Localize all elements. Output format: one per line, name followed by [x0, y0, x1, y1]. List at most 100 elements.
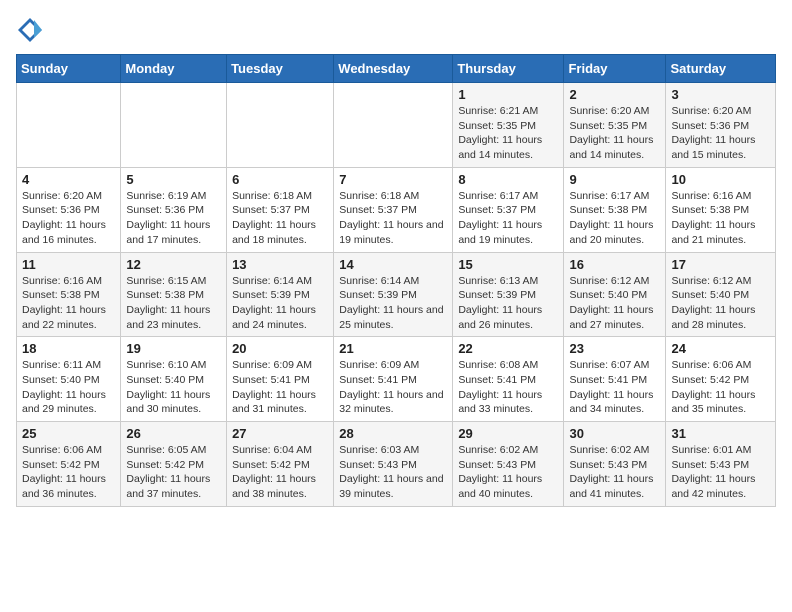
day-number: 10 — [671, 172, 770, 187]
day-number: 5 — [126, 172, 221, 187]
calendar-cell — [17, 83, 121, 168]
day-number: 28 — [339, 426, 447, 441]
day-info: Sunrise: 6:02 AMSunset: 5:43 PMDaylight:… — [569, 443, 660, 502]
calendar-cell: 6 Sunrise: 6:18 AMSunset: 5:37 PMDaylight… — [227, 167, 334, 252]
day-info: Sunrise: 6:03 AMSunset: 5:43 PMDaylight:… — [339, 443, 447, 502]
day-info: Sunrise: 6:06 AMSunset: 5:42 PMDaylight:… — [671, 358, 770, 417]
day-info: Sunrise: 6:19 AMSunset: 5:36 PMDaylight:… — [126, 189, 221, 248]
day-info: Sunrise: 6:05 AMSunset: 5:42 PMDaylight:… — [126, 443, 221, 502]
calendar-cell: 7 Sunrise: 6:18 AMSunset: 5:37 PMDaylight… — [334, 167, 453, 252]
day-number: 27 — [232, 426, 328, 441]
day-number: 16 — [569, 257, 660, 272]
calendar-cell: 29 Sunrise: 6:02 AMSunset: 5:43 PMDayligh… — [453, 422, 564, 507]
day-info: Sunrise: 6:07 AMSunset: 5:41 PMDaylight:… — [569, 358, 660, 417]
day-info: Sunrise: 6:17 AMSunset: 5:37 PMDaylight:… — [458, 189, 558, 248]
day-info: Sunrise: 6:17 AMSunset: 5:38 PMDaylight:… — [569, 189, 660, 248]
day-header-wednesday: Wednesday — [334, 55, 453, 83]
day-info: Sunrise: 6:10 AMSunset: 5:40 PMDaylight:… — [126, 358, 221, 417]
calendar-cell: 31 Sunrise: 6:01 AMSunset: 5:43 PMDayligh… — [666, 422, 776, 507]
calendar-cell: 30 Sunrise: 6:02 AMSunset: 5:43 PMDayligh… — [564, 422, 666, 507]
calendar-cell: 12 Sunrise: 6:15 AMSunset: 5:38 PMDayligh… — [121, 252, 227, 337]
calendar-cell — [121, 83, 227, 168]
calendar-cell: 20 Sunrise: 6:09 AMSunset: 5:41 PMDayligh… — [227, 337, 334, 422]
day-number: 29 — [458, 426, 558, 441]
day-info: Sunrise: 6:15 AMSunset: 5:38 PMDaylight:… — [126, 274, 221, 333]
calendar-cell: 17 Sunrise: 6:12 AMSunset: 5:40 PMDayligh… — [666, 252, 776, 337]
day-header-monday: Monday — [121, 55, 227, 83]
day-info: Sunrise: 6:18 AMSunset: 5:37 PMDaylight:… — [339, 189, 447, 248]
calendar-cell: 24 Sunrise: 6:06 AMSunset: 5:42 PMDayligh… — [666, 337, 776, 422]
day-info: Sunrise: 6:09 AMSunset: 5:41 PMDaylight:… — [339, 358, 447, 417]
day-number: 18 — [22, 341, 115, 356]
day-info: Sunrise: 6:16 AMSunset: 5:38 PMDaylight:… — [22, 274, 115, 333]
logo-icon — [16, 16, 44, 44]
day-number: 4 — [22, 172, 115, 187]
day-info: Sunrise: 6:20 AMSunset: 5:36 PMDaylight:… — [22, 189, 115, 248]
calendar-cell: 3Sunrise: 6:20 AMSunset: 5:36 PMDaylight… — [666, 83, 776, 168]
day-info: Sunrise: 6:11 AMSunset: 5:40 PMDaylight:… — [22, 358, 115, 417]
day-number: 19 — [126, 341, 221, 356]
day-number: 17 — [671, 257, 770, 272]
day-number: 1 — [458, 87, 558, 102]
calendar-cell: 21 Sunrise: 6:09 AMSunset: 5:41 PMDayligh… — [334, 337, 453, 422]
calendar-cell: 26 Sunrise: 6:05 AMSunset: 5:42 PMDayligh… — [121, 422, 227, 507]
day-number: 7 — [339, 172, 447, 187]
day-info: Sunrise: 6:14 AMSunset: 5:39 PMDaylight:… — [339, 274, 447, 333]
calendar-cell: 18 Sunrise: 6:11 AMSunset: 5:40 PMDayligh… — [17, 337, 121, 422]
day-info: Sunrise: 6:02 AMSunset: 5:43 PMDaylight:… — [458, 443, 558, 502]
page-header — [16, 16, 776, 44]
calendar-cell: 16 Sunrise: 6:12 AMSunset: 5:40 PMDayligh… — [564, 252, 666, 337]
day-info: Sunrise: 6:09 AMSunset: 5:41 PMDaylight:… — [232, 358, 328, 417]
day-info: Sunrise: 6:16 AMSunset: 5:38 PMDaylight:… — [671, 189, 770, 248]
calendar-cell: 15 Sunrise: 6:13 AMSunset: 5:39 PMDayligh… — [453, 252, 564, 337]
day-info: Sunrise: 6:06 AMSunset: 5:42 PMDaylight:… — [22, 443, 115, 502]
calendar-cell: 23 Sunrise: 6:07 AMSunset: 5:41 PMDayligh… — [564, 337, 666, 422]
calendar-cell: 28 Sunrise: 6:03 AMSunset: 5:43 PMDayligh… — [334, 422, 453, 507]
calendar-cell — [227, 83, 334, 168]
day-number: 13 — [232, 257, 328, 272]
day-number: 24 — [671, 341, 770, 356]
calendar-cell: 9Sunrise: 6:17 AMSunset: 5:38 PMDaylight… — [564, 167, 666, 252]
day-info: Sunrise: 6:04 AMSunset: 5:42 PMDaylight:… — [232, 443, 328, 502]
day-info: Sunrise: 6:21 AMSunset: 5:35 PMDaylight:… — [458, 104, 558, 163]
day-number: 30 — [569, 426, 660, 441]
calendar-cell: 14Sunrise: 6:14 AMSunset: 5:39 PMDayligh… — [334, 252, 453, 337]
calendar-cell: 27 Sunrise: 6:04 AMSunset: 5:42 PMDayligh… — [227, 422, 334, 507]
calendar-cell — [334, 83, 453, 168]
day-header-saturday: Saturday — [666, 55, 776, 83]
day-number: 11 — [22, 257, 115, 272]
day-number: 15 — [458, 257, 558, 272]
calendar-table: SundayMondayTuesdayWednesdayThursdayFrid… — [16, 54, 776, 507]
day-number: 23 — [569, 341, 660, 356]
day-info: Sunrise: 6:14 AMSunset: 5:39 PMDaylight:… — [232, 274, 328, 333]
day-info: Sunrise: 6:01 AMSunset: 5:43 PMDaylight:… — [671, 443, 770, 502]
day-info: Sunrise: 6:12 AMSunset: 5:40 PMDaylight:… — [569, 274, 660, 333]
day-number: 2 — [569, 87, 660, 102]
day-info: Sunrise: 6:20 AMSunset: 5:36 PMDaylight:… — [671, 104, 770, 163]
calendar-cell: 11 Sunrise: 6:16 AMSunset: 5:38 PMDayligh… — [17, 252, 121, 337]
day-number: 8 — [458, 172, 558, 187]
day-number: 22 — [458, 341, 558, 356]
day-info: Sunrise: 6:13 AMSunset: 5:39 PMDaylight:… — [458, 274, 558, 333]
calendar-cell: 19 Sunrise: 6:10 AMSunset: 5:40 PMDayligh… — [121, 337, 227, 422]
day-number: 25 — [22, 426, 115, 441]
calendar-cell: 8 Sunrise: 6:17 AMSunset: 5:37 PMDaylight… — [453, 167, 564, 252]
day-info: Sunrise: 6:20 AMSunset: 5:35 PMDaylight:… — [569, 104, 660, 163]
day-number: 12 — [126, 257, 221, 272]
day-number: 26 — [126, 426, 221, 441]
calendar-cell: 1 Sunrise: 6:21 AMSunset: 5:35 PMDaylight… — [453, 83, 564, 168]
day-info: Sunrise: 6:12 AMSunset: 5:40 PMDaylight:… — [671, 274, 770, 333]
calendar-cell: 10 Sunrise: 6:16 AMSunset: 5:38 PMDayligh… — [666, 167, 776, 252]
calendar-cell: 22Sunrise: 6:08 AMSunset: 5:41 PMDayligh… — [453, 337, 564, 422]
logo — [16, 16, 48, 44]
day-header-friday: Friday — [564, 55, 666, 83]
day-info: Sunrise: 6:18 AMSunset: 5:37 PMDaylight:… — [232, 189, 328, 248]
calendar-cell: 25 Sunrise: 6:06 AMSunset: 5:42 PMDayligh… — [17, 422, 121, 507]
day-number: 31 — [671, 426, 770, 441]
day-number: 21 — [339, 341, 447, 356]
day-header-tuesday: Tuesday — [227, 55, 334, 83]
day-header-thursday: Thursday — [453, 55, 564, 83]
day-number: 6 — [232, 172, 328, 187]
calendar-cell: 4 Sunrise: 6:20 AMSunset: 5:36 PMDaylight… — [17, 167, 121, 252]
day-number: 20 — [232, 341, 328, 356]
